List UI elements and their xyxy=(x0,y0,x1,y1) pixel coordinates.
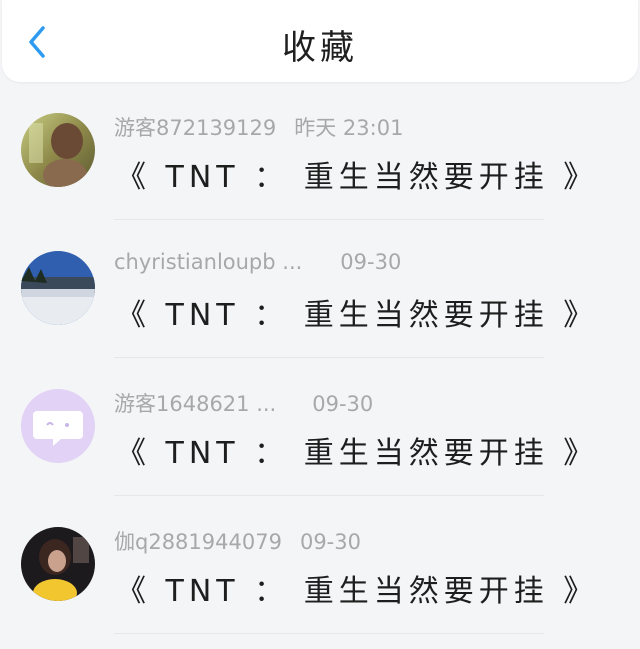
timestamp: 昨天 23:01 xyxy=(294,116,404,140)
item-meta: 伽q2881944079 09-30 xyxy=(114,526,361,556)
favorites-list: 游客872139129 昨天 23:01 《 TNT ： 重生当然要开挂 》 ch… xyxy=(0,82,640,634)
avatar[interactable] xyxy=(21,251,95,325)
divider xyxy=(114,633,544,634)
page-title: 收藏 xyxy=(282,28,358,68)
message-text[interactable]: 《 TNT ： 重生当然要开挂 》 xyxy=(116,566,598,610)
item-meta: 游客872139129 昨天 23:01 xyxy=(114,112,403,142)
timestamp: 09-30 xyxy=(340,250,402,274)
avatar[interactable] xyxy=(21,389,95,463)
username: chyristianloupb ... xyxy=(114,250,303,274)
app-header: 收藏 xyxy=(2,0,638,82)
list-item[interactable]: 游客1648621 ... 09-30 《 TNT ： 重生当然要开挂 》 xyxy=(0,358,640,496)
username: 游客872139129 xyxy=(114,116,277,140)
avatar[interactable] xyxy=(21,113,95,187)
username: 游客1648621 ... xyxy=(114,392,277,416)
username: 伽q2881944079 xyxy=(114,530,282,554)
avatar[interactable] xyxy=(21,527,95,601)
timestamp: 09-30 xyxy=(312,392,374,416)
message-text[interactable]: 《 TNT ： 重生当然要开挂 》 xyxy=(116,428,598,472)
timestamp: 09-30 xyxy=(299,530,361,554)
item-meta: 游客1648621 ... 09-30 xyxy=(114,388,373,418)
list-item[interactable]: chyristianloupb ... 09-30 《 TNT ： 重生当然要开挂… xyxy=(0,220,640,358)
list-item[interactable]: 伽q2881944079 09-30 《 TNT ： 重生当然要开挂 》 xyxy=(0,496,640,634)
list-item[interactable]: 游客872139129 昨天 23:01 《 TNT ： 重生当然要开挂 》 xyxy=(0,82,640,220)
message-text[interactable]: 《 TNT ： 重生当然要开挂 》 xyxy=(116,290,598,334)
message-text[interactable]: 《 TNT ： 重生当然要开挂 》 xyxy=(116,152,598,196)
item-meta: chyristianloupb ... 09-30 xyxy=(114,250,401,280)
chat-bubble-icon xyxy=(33,411,83,446)
